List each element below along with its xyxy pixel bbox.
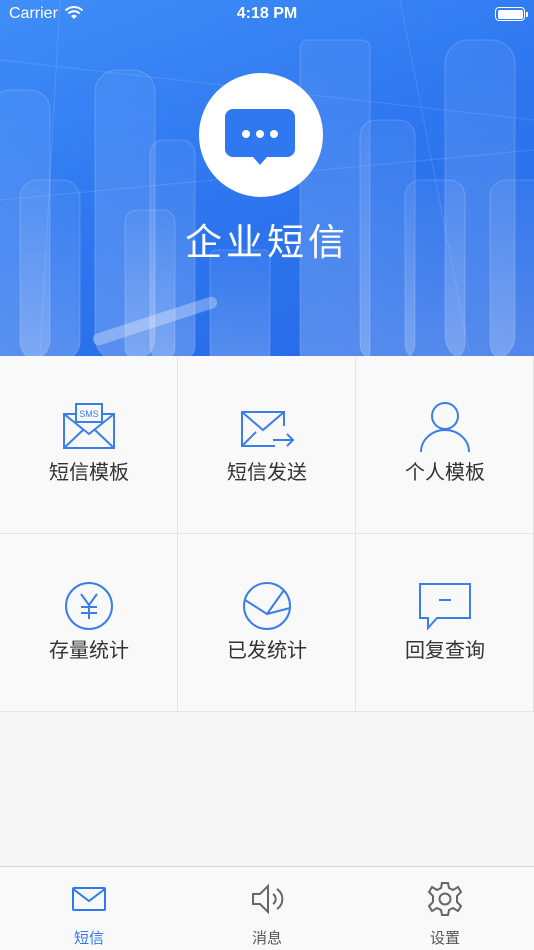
menu-label: 已发统计 <box>227 638 307 662</box>
menu-item-sms-send[interactable]: 短信发送 <box>178 356 356 534</box>
reply-bubble-icon <box>419 583 471 631</box>
tab-sms[interactable]: 短信 <box>0 867 178 950</box>
person-icon <box>420 402 470 453</box>
menu-label: 存量统计 <box>49 638 129 662</box>
tab-messages[interactable]: 消息 <box>178 867 356 950</box>
status-bar: Carrier 4:18 PM <box>0 0 534 30</box>
speaker-icon <box>252 883 284 915</box>
mail-icon <box>72 887 106 911</box>
menu-item-stock-stats[interactable]: 存量统计 <box>0 534 178 712</box>
app-logo <box>199 73 323 197</box>
menu-label: 短信发送 <box>227 460 307 484</box>
menu-label: 短信模板 <box>49 460 129 484</box>
svg-text:SMS: SMS <box>79 409 99 419</box>
menu-grid: SMS 短信模板 短信发送 个人模板 存量统计 已发统计 回复查询 <box>0 356 534 712</box>
send-mail-icon <box>241 411 295 447</box>
sms-envelope-icon: SMS <box>63 403 115 449</box>
app-title: 企业短信 <box>185 221 349 264</box>
tab-label: 消息 <box>251 929 282 947</box>
gear-icon <box>427 882 463 916</box>
tab-bar: 短信 消息 设置 <box>0 866 534 950</box>
header-banner: Carrier 4:18 PM 企业短信 <box>0 0 534 356</box>
chat-bubble-icon <box>225 109 295 165</box>
menu-item-personal-template[interactable]: 个人模板 <box>356 356 534 534</box>
yen-circle-icon <box>65 582 113 630</box>
tab-settings[interactable]: 设置 <box>356 867 534 950</box>
menu-label: 回复查询 <box>405 638 485 662</box>
menu-item-sms-template[interactable]: SMS 短信模板 <box>0 356 178 534</box>
tab-label: 设置 <box>429 929 460 947</box>
status-time: 4:18 PM <box>236 5 298 22</box>
tab-label: 短信 <box>73 929 104 947</box>
battery-icon <box>495 7 528 21</box>
menu-item-sent-stats[interactable]: 已发统计 <box>178 534 356 712</box>
menu-item-reply-query[interactable]: 回复查询 <box>356 534 534 712</box>
menu-label: 个人模板 <box>405 460 485 484</box>
pie-chart-icon <box>243 582 291 630</box>
